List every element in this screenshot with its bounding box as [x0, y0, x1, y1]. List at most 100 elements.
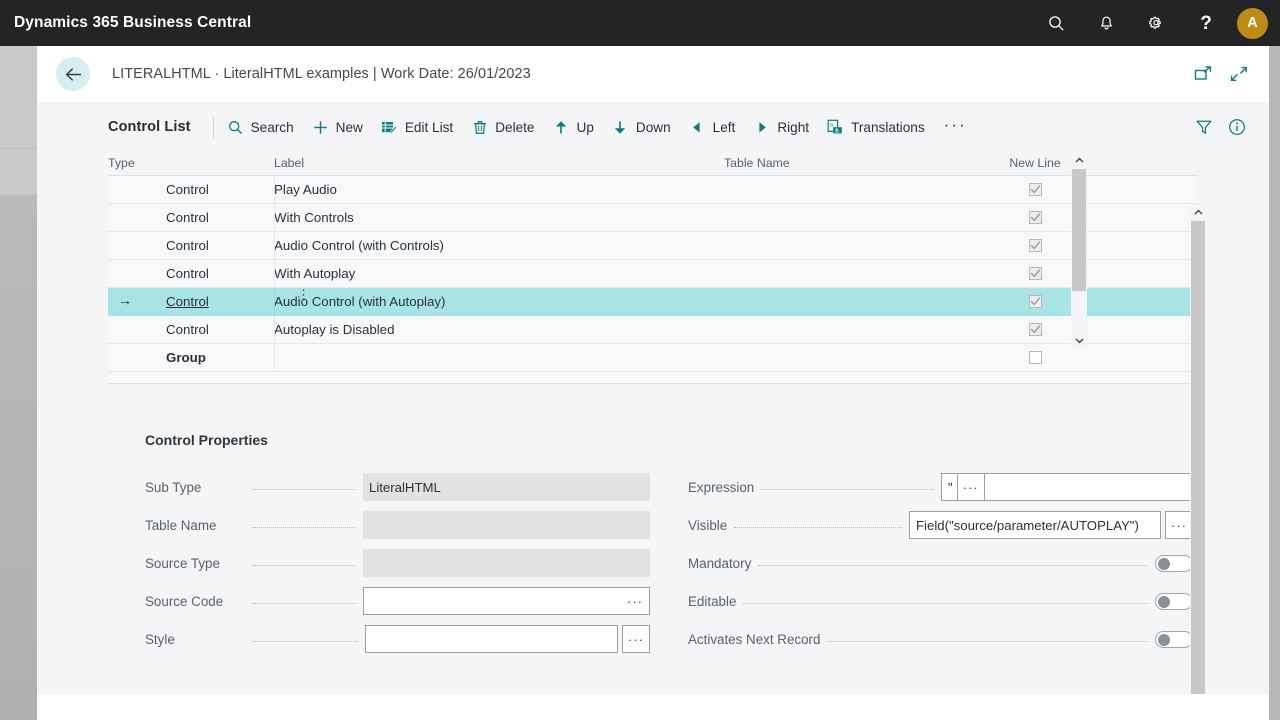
table-row[interactable]: Control Play Audio — [108, 176, 1198, 204]
cell-table-name[interactable] — [724, 316, 1005, 344]
table-row[interactable]: Control Autoplay is Disabled — [108, 316, 1198, 344]
cell-label[interactable]: Audio Control (with Controls) — [274, 232, 724, 260]
back-button[interactable] — [56, 57, 90, 91]
cell-new-line[interactable] — [1005, 204, 1065, 232]
new-line-checkbox[interactable] — [1028, 267, 1042, 280]
cell-type[interactable]: Control — [108, 288, 274, 316]
new-button[interactable]: New — [303, 110, 372, 144]
list-scrollbar-thumb[interactable] — [1072, 169, 1086, 291]
cell-label[interactable]: With Controls — [274, 204, 724, 232]
right-button[interactable]: Right — [744, 110, 818, 144]
cell-table-name[interactable] — [724, 232, 1005, 260]
content-card: Control List Search New Edit List Delete… — [37, 102, 1269, 694]
field-input[interactable] — [365, 625, 618, 653]
assist-edit-icon[interactable]: ··· — [627, 594, 643, 609]
page-scroll-up-button[interactable] — [1190, 204, 1206, 220]
field-input[interactable]: Field("source/parameter/AUTOPLAY") — [909, 511, 1161, 539]
help-question-icon[interactable]: ? — [1181, 0, 1231, 46]
edit-list-button[interactable]: Edit List — [372, 110, 462, 144]
left-button[interactable]: Left — [680, 110, 745, 144]
up-button[interactable]: Up — [544, 110, 603, 144]
cell-type[interactable]: Control — [108, 176, 274, 204]
list-scroll-down-button[interactable] — [1071, 332, 1087, 348]
cell-new-line[interactable] — [1005, 176, 1065, 204]
translations-button[interactable]: aあ Translations — [818, 110, 934, 144]
search-button[interactable]: Search — [218, 110, 303, 144]
table-row[interactable]: Control With Autoplay — [108, 260, 1198, 288]
page-header-actions — [1190, 61, 1252, 87]
field-leader-dots — [252, 518, 356, 528]
cell-label[interactable]: Play Audio — [274, 176, 724, 204]
cell-new-line[interactable] — [1005, 316, 1065, 344]
right-gutter — [1269, 46, 1280, 720]
table-row[interactable]: Control With Controls — [108, 204, 1198, 232]
avatar[interactable]: A — [1237, 7, 1268, 39]
action-toolbar: Control List Search New Edit List Delete… — [37, 102, 1269, 152]
cell-table-name[interactable] — [724, 260, 1005, 288]
page-scrollbar-thumb[interactable] — [1191, 221, 1205, 694]
toggle-switch[interactable] — [1155, 592, 1193, 610]
field-input[interactable]: " ··· — [941, 473, 1193, 501]
delete-button[interactable]: Delete — [462, 110, 543, 144]
field-label: Expression — [688, 479, 755, 495]
cell-table-name[interactable] — [724, 176, 1005, 204]
arrow-left-icon — [689, 119, 706, 136]
cell-label[interactable] — [274, 344, 724, 372]
search-icon[interactable] — [1031, 0, 1081, 46]
cell-type[interactable]: Control — [108, 204, 274, 232]
delete-button-label: Delete — [495, 119, 535, 135]
toggle-knob — [1158, 595, 1170, 608]
toggle-switch[interactable] — [1155, 630, 1193, 648]
down-button[interactable]: Down — [603, 110, 680, 144]
new-line-checkbox[interactable] — [1028, 183, 1042, 196]
search-icon — [227, 119, 244, 136]
table-row[interactable]: Control Audio Control (with Controls) — [108, 232, 1198, 260]
assist-edit-button[interactable]: ··· — [1165, 511, 1193, 539]
cell-new-line[interactable] — [1005, 232, 1065, 260]
cell-label[interactable]: Audio Control (with Autoplay) — [274, 288, 724, 316]
info-circle-icon[interactable] — [1225, 115, 1249, 139]
table-row[interactable]: → Control ⋮ Audio Control (with Autoplay) — [108, 288, 1198, 316]
cell-label[interactable]: Autoplay is Disabled — [274, 316, 724, 344]
cell-table-name[interactable] — [724, 288, 1005, 316]
open-in-new-window-icon[interactable] — [1190, 61, 1216, 87]
property-field-row: Style ··· — [145, 620, 650, 658]
cell-label[interactable]: With Autoplay — [274, 260, 724, 288]
cell-type[interactable]: Control — [108, 316, 274, 344]
field-control: ··· — [363, 587, 650, 615]
list-scroll-up-button[interactable] — [1071, 152, 1087, 168]
notifications-bell-icon[interactable] — [1081, 0, 1131, 46]
translations-icon: aあ — [827, 119, 844, 136]
toggle-switch[interactable] — [1155, 554, 1193, 572]
cell-new-line[interactable] — [1005, 260, 1065, 288]
collapse-icon[interactable] — [1226, 61, 1252, 87]
cell-new-line[interactable] — [1005, 288, 1065, 316]
cell-table-name[interactable] — [724, 204, 1005, 232]
page-scrollbar[interactable] — [1190, 204, 1206, 694]
list-scrollbar[interactable] — [1071, 152, 1087, 348]
table-row[interactable]: Group — [108, 344, 1198, 372]
column-header-label: Label — [274, 156, 305, 170]
cell-type[interactable]: Group — [108, 344, 274, 372]
up-button-label: Up — [576, 119, 594, 135]
cell-type[interactable]: Control — [108, 260, 274, 288]
gear-icon[interactable] — [1131, 0, 1181, 46]
new-line-checkbox[interactable] — [1028, 239, 1042, 252]
field-input[interactable]: ··· — [363, 587, 650, 615]
row-actions-kebab-icon[interactable]: ⋮ — [297, 288, 310, 301]
new-line-checkbox[interactable] — [1028, 351, 1042, 364]
field-label: Activates Next Record — [688, 631, 821, 647]
new-line-checkbox[interactable] — [1028, 295, 1042, 308]
filter-funnel-icon[interactable] — [1192, 115, 1216, 139]
new-line-checkbox[interactable] — [1028, 323, 1042, 336]
cell-new-line[interactable] — [1005, 344, 1065, 372]
assist-edit-button[interactable]: ··· — [956, 474, 985, 500]
field-leader-dots — [761, 480, 934, 490]
help-glyph: ? — [1200, 12, 1212, 34]
plus-icon — [312, 119, 329, 136]
cell-type[interactable]: Control — [108, 232, 274, 260]
toolbar-overflow-button[interactable]: ··· — [934, 116, 977, 133]
cell-table-name[interactable] — [724, 344, 1005, 372]
new-line-checkbox[interactable] — [1028, 211, 1042, 224]
assist-edit-button[interactable]: ··· — [622, 625, 650, 653]
